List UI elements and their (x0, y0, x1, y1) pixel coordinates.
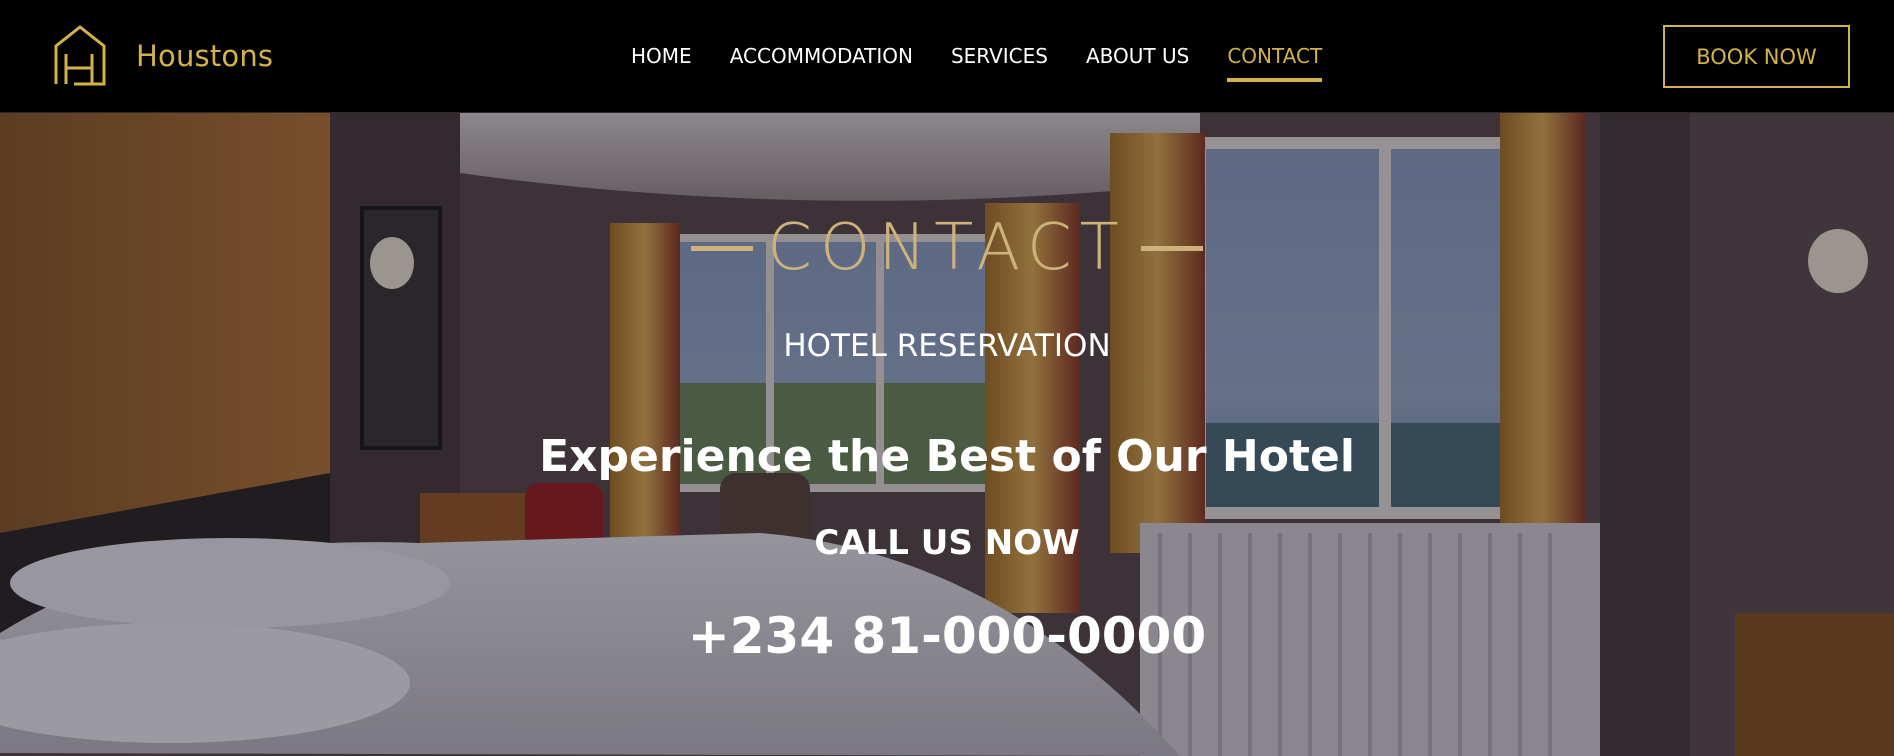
page-title: CONTACT (767, 211, 1127, 285)
hero-headline: Experience the Best of Our Hotel (539, 431, 1355, 482)
phone-number-link[interactable]: +234 81-000-0000 (0, 607, 1894, 665)
hero-section: CONTACT HOTEL RESERVATION Experience the… (0, 113, 1894, 756)
book-now-button[interactable]: BOOK NOW (1663, 25, 1850, 88)
nav-services[interactable]: SERVICES (951, 42, 1048, 70)
title-dash-left (691, 245, 754, 251)
call-us-heading: CALL US NOW (814, 523, 1080, 563)
nav-contact[interactable]: CONTACT (1227, 42, 1322, 82)
title-dash-right (1140, 245, 1203, 251)
brand[interactable]: Houstons (52, 24, 273, 88)
hero-subtitle: HOTEL RESERVATION (783, 328, 1111, 364)
brand-name: Houstons (136, 39, 274, 73)
nav-about-us[interactable]: ABOUT US (1086, 42, 1189, 70)
house-h-logo-icon (52, 24, 108, 88)
site-header: Houstons HOME ACCOMMODATION SERVICES ABO… (0, 0, 1894, 113)
main-nav: HOME ACCOMMODATION SERVICES ABOUT US CON… (631, 42, 1322, 82)
hero-title-wrap: CONTACT (0, 213, 1894, 283)
nav-accommodation[interactable]: ACCOMMODATION (730, 42, 913, 70)
nav-home[interactable]: HOME (631, 42, 692, 70)
